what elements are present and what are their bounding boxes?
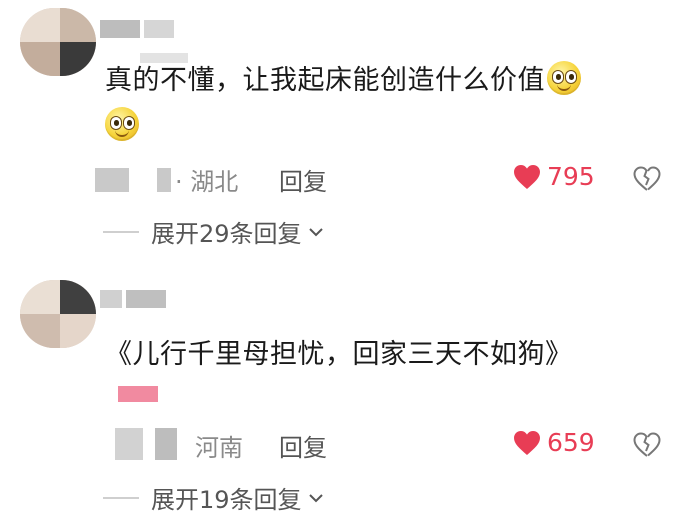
expand-replies-button[interactable]: 展开19条回复: [103, 480, 324, 515]
comment-body: 《儿行千里母担忧，回家三天不如狗》: [105, 339, 573, 370]
like-button[interactable]: 659: [513, 428, 595, 457]
like-count: 659: [547, 428, 595, 457]
expand-replies-label: 展开19条回复: [151, 486, 302, 514]
avatar[interactable]: [20, 280, 96, 348]
divider: [103, 496, 139, 499]
username[interactable]: [100, 290, 170, 308]
comment-meta: 河南 回复 659: [95, 424, 661, 463]
chevron-down-icon: [308, 493, 323, 502]
blurred-username: [155, 428, 177, 460]
broken-heart-icon[interactable]: [633, 432, 661, 458]
location: 河南: [195, 434, 243, 462]
comment-text: 《儿行千里母担忧，回家三天不如狗》: [105, 332, 630, 378]
comment-item: 《儿行千里母担忧，回家三天不如狗》 河南 回复 659 展开19条回复: [0, 0, 690, 525]
blurred-tag: [118, 386, 158, 402]
blurred-username: [115, 428, 143, 460]
reply-button[interactable]: 回复: [279, 428, 327, 463]
heart-icon: [514, 430, 540, 455]
